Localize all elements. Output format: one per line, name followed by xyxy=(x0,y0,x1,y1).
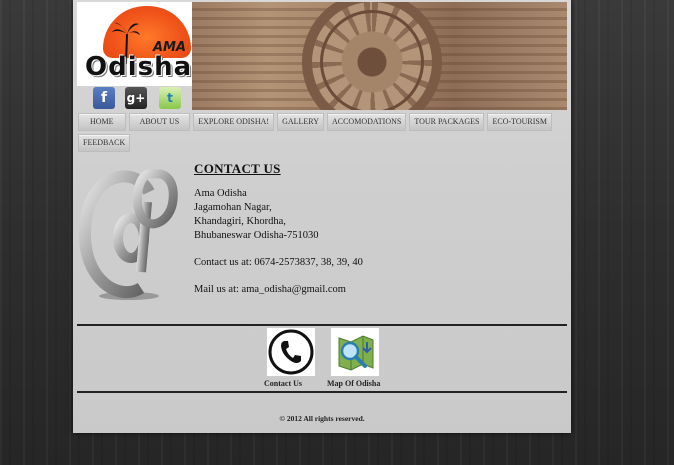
contact-us-link[interactable] xyxy=(266,327,316,377)
google-plus-icon[interactable]: g+ xyxy=(125,87,147,109)
phone-icon xyxy=(268,329,314,375)
contact-us-label[interactable]: Contact Us xyxy=(264,379,302,388)
map-of-odisha-link[interactable] xyxy=(330,327,380,377)
site-logo[interactable]: AMA Odisha xyxy=(77,2,192,86)
logo-odisha-text: Odisha xyxy=(85,52,192,82)
nav-item-explore-odisha[interactable]: EXPLORE ODISHA! xyxy=(193,113,275,131)
address-line: Bhubaneswar Odisha-751030 xyxy=(194,230,319,241)
email-info: Mail us at: ama_odisha@gmail.com xyxy=(194,284,346,295)
konark-wheel-image xyxy=(302,2,442,110)
nav-item-gallery[interactable]: GALLERY xyxy=(277,113,324,131)
footer-copyright: © 2012 All rights reserved. xyxy=(279,414,365,423)
email-at-icon xyxy=(79,169,178,300)
contact-section: CONTACT US Ama Odisha Jagamohan Nagar, K… xyxy=(194,162,363,297)
org-name: Ama Odisha xyxy=(194,188,247,199)
phone-info: Contact us at: 0674-2573837, 38, 39, 40 xyxy=(194,257,363,268)
main-navigation: HOME ABOUT US EXPLORE ODISHA! GALLERY AC… xyxy=(78,113,566,155)
nav-row-1: HOME ABOUT US EXPLORE ODISHA! GALLERY AC… xyxy=(78,113,566,131)
nav-item-eco-tourism[interactable]: ECO-TOURISM xyxy=(487,113,552,131)
nav-item-home[interactable]: HOME xyxy=(78,113,126,131)
page-title: CONTACT US xyxy=(194,161,281,176)
address-line: Khandagiri, Khordha, xyxy=(194,216,286,227)
twitter-icon[interactable]: t xyxy=(159,87,181,109)
address-block: Ama Odisha Jagamohan Nagar, Khandagiri, … xyxy=(194,187,363,243)
map-icon xyxy=(338,335,374,371)
nav-item-tour-packages[interactable]: TOUR PACKAGES xyxy=(409,113,485,131)
nav-item-feedback[interactable]: FEEDBACK xyxy=(78,134,131,152)
nav-item-accomodations[interactable]: ACCOMODATIONS xyxy=(326,113,407,131)
nav-row-2: FEEDBACK xyxy=(78,134,566,152)
divider-bottom xyxy=(77,391,567,393)
page-container: AMA Odisha f g+ t HOME ABOUT US EXPLORE … xyxy=(73,0,571,433)
header-banner-image xyxy=(192,2,567,110)
facebook-icon[interactable]: f xyxy=(93,87,115,109)
divider-top xyxy=(77,324,567,326)
map-of-odisha-label[interactable]: Map Of Odisha xyxy=(327,379,380,388)
nav-item-about-us[interactable]: ABOUT US xyxy=(128,113,191,131)
address-line: Jagamohan Nagar, xyxy=(194,202,272,213)
